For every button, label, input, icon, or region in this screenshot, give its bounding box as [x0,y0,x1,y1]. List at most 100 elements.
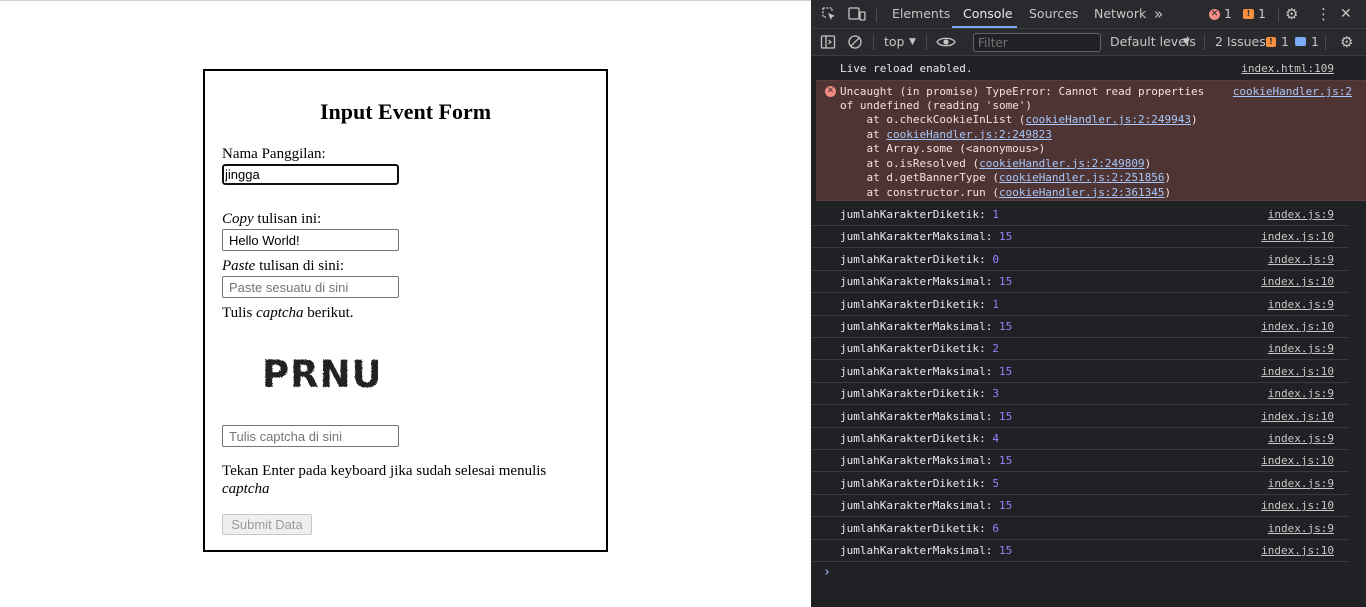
device-toolbar-icon[interactable] [848,6,866,25]
nickname-input[interactable] [221,163,400,186]
console-prompt-icon[interactable]: › [823,565,831,580]
tab-elements[interactable]: Elements [892,0,950,28]
tab-network[interactable]: Network [1094,0,1146,28]
paste-field[interactable] [222,276,399,298]
error-icon: ✕ [825,86,836,97]
console-source-link[interactable]: index.js:10 [1261,275,1334,288]
copy-text-field[interactable] [222,229,399,251]
log-label: jumlahKarakterMaksimal: [840,544,999,557]
captcha-label: Tulis captcha berikut. [222,305,354,322]
issues-info-count[interactable]: 1 [1311,29,1319,55]
console-log-message: jumlahKarakterDiketik: 3 [840,387,999,400]
enter-hint: Tekan Enter pada keyboard jika sudah sel… [222,462,592,498]
console-settings-icon[interactable]: ⚙ [1340,29,1353,55]
console-log-row: jumlahKarakterDiketik: 5 index.js:9 [811,473,1348,495]
console-log-row: jumlahKarakterMaksimal: 15 index.js:10 [811,450,1348,473]
log-label: jumlahKarakterDiketik: [840,208,993,221]
submit-button[interactable]: Submit Data [222,514,312,535]
console-log-row: jumlahKarakterDiketik: 3 index.js:9 [811,383,1348,406]
more-options-icon[interactable]: ⋮ [1316,0,1331,28]
error-message-line1: Uncaught (in promise) TypeError: Cannot … [840,85,1205,98]
console-source-link[interactable]: index.html:109 [1241,62,1334,75]
console-source-link[interactable]: index.js:10 [1261,410,1334,423]
stack-frame-suffix: ) [1144,156,1152,170]
stack-frame-link[interactable]: cookieHandler.js:2:249943 [1025,113,1191,126]
console-log-row: jumlahKarakterDiketik: 6 index.js:9 [811,518,1348,540]
context-selector[interactable]: top [884,29,904,55]
console-log-row: jumlahKarakterDiketik: 1 index.js:9 [811,294,1348,316]
captcha-input[interactable] [222,425,399,447]
enter-hint-em: captcha [222,481,270,497]
log-value: 3 [992,387,999,401]
stack-frame-link[interactable]: cookieHandler.js:2:361345 [999,186,1165,199]
stack-frame-link[interactable]: cookieHandler.js:2:251856 [999,171,1165,184]
console-source-link[interactable]: index.js:10 [1261,454,1334,467]
log-label: jumlahKarakterMaksimal: [840,409,999,423]
console-source-link[interactable]: index.js:10 [1261,544,1334,557]
sidebar-toggle-icon[interactable] [820,34,836,53]
console-log-message: jumlahKarakterDiketik: 4 [840,432,999,445]
issues-warning-icon[interactable]: ! [1266,37,1276,47]
console-source-link[interactable]: index.js:9 [1268,477,1334,490]
enter-hint-text: Tekan Enter pada keyboard jika sudah sel… [222,463,547,479]
console-source-link[interactable]: index.js:9 [1268,208,1334,221]
error-message-line2: of undefined (reading 'some') [840,99,1033,112]
console-source-link[interactable]: index.js:10 [1261,230,1334,243]
form-title: Input Event Form [319,99,492,124]
stack-frame: at constructor.run (cookieHandler.js:2:3… [840,186,1171,199]
warning-count-icon[interactable]: ! [1243,9,1254,19]
warning-count[interactable]: 1 [1258,0,1266,28]
console-log-row: jumlahKarakterDiketik: 2 index.js:9 [811,338,1348,361]
levels-chevron-icon[interactable]: ▼ [1183,29,1190,55]
input-event-form: Input Event Form Nama Panggilan: Copy tu… [203,69,608,552]
captcha-image: PRNU [262,353,378,396]
log-value: 1 [992,297,999,311]
console-source-link[interactable]: index.js:9 [1268,522,1334,535]
console-source-link[interactable]: index.js:9 [1268,387,1334,400]
paste-label-rest: tulisan di sini: [255,258,345,274]
console-filter-input[interactable] [973,33,1101,52]
tab-sources[interactable]: Sources [1029,0,1078,28]
log-label: jumlahKarakterMaksimal: [840,320,999,333]
console-source-link[interactable]: index.js:9 [1268,253,1334,266]
console-source-link[interactable]: index.js:10 [1261,499,1334,512]
log-value: 15 [998,275,1013,289]
stack-frame-suffix: ) [1164,185,1172,199]
log-label: jumlahKarakterMaksimal: [840,499,999,513]
console-source-link[interactable]: index.js:10 [1261,365,1334,378]
console-source-link[interactable]: index.js:10 [1261,320,1334,333]
console-log-row: jumlahKarakterDiketik: 4 index.js:9 [811,428,1348,450]
issues-warning-count[interactable]: 1 [1281,29,1289,55]
console-source-link[interactable]: index.js:9 [1268,298,1334,311]
console-log-row: jumlahKarakterMaksimal: 15 index.js:10 [811,406,1348,428]
console-source-link[interactable]: index.js:9 [1268,342,1334,355]
stack-frame-link[interactable]: cookieHandler.js:2:249823 [886,128,1052,141]
stack-frame-text: at constructor.run ( [840,185,999,199]
console-message: Live reload enabled. index.html:109 [811,56,1348,80]
more-tabs-icon[interactable]: » [1154,0,1163,28]
console-log-message: jumlahKarakterMaksimal: 15 [840,410,1012,423]
settings-gear-icon[interactable]: ⚙ [1285,0,1298,28]
inspect-element-icon[interactable] [821,6,837,25]
chevron-down-icon[interactable]: ▼ [909,29,916,55]
eye-icon[interactable] [936,35,956,52]
log-value: 15 [998,230,1013,244]
log-value: 2 [992,342,999,356]
console-log-message: jumlahKarakterMaksimal: 15 [840,365,1012,378]
log-label: jumlahKarakterDiketik: [840,476,993,490]
issues-label[interactable]: 2 Issues: [1215,29,1270,55]
console-log-message: jumlahKarakterDiketik: 5 [840,477,999,490]
console-log-message: jumlahKarakterMaksimal: 15 [840,320,1012,333]
issues-info-icon[interactable] [1295,37,1306,46]
tab-console[interactable]: Console [963,0,1013,28]
console-source-link[interactable]: index.js:9 [1268,432,1334,445]
close-devtools-icon[interactable]: ✕ [1340,0,1352,28]
stack-frame-link[interactable]: cookieHandler.js:2:249809 [979,157,1145,170]
error-count[interactable]: 1 [1224,0,1232,28]
paste-label-em: Paste [222,258,256,274]
log-label: jumlahKarakterDiketik: [840,387,993,401]
console-log-message: jumlahKarakterMaksimal: 15 [840,544,1012,557]
error-count-icon[interactable]: ✕ [1209,9,1220,20]
clear-console-icon[interactable] [847,34,863,53]
error-source-link[interactable]: cookieHandler.js:2 [1233,85,1352,98]
